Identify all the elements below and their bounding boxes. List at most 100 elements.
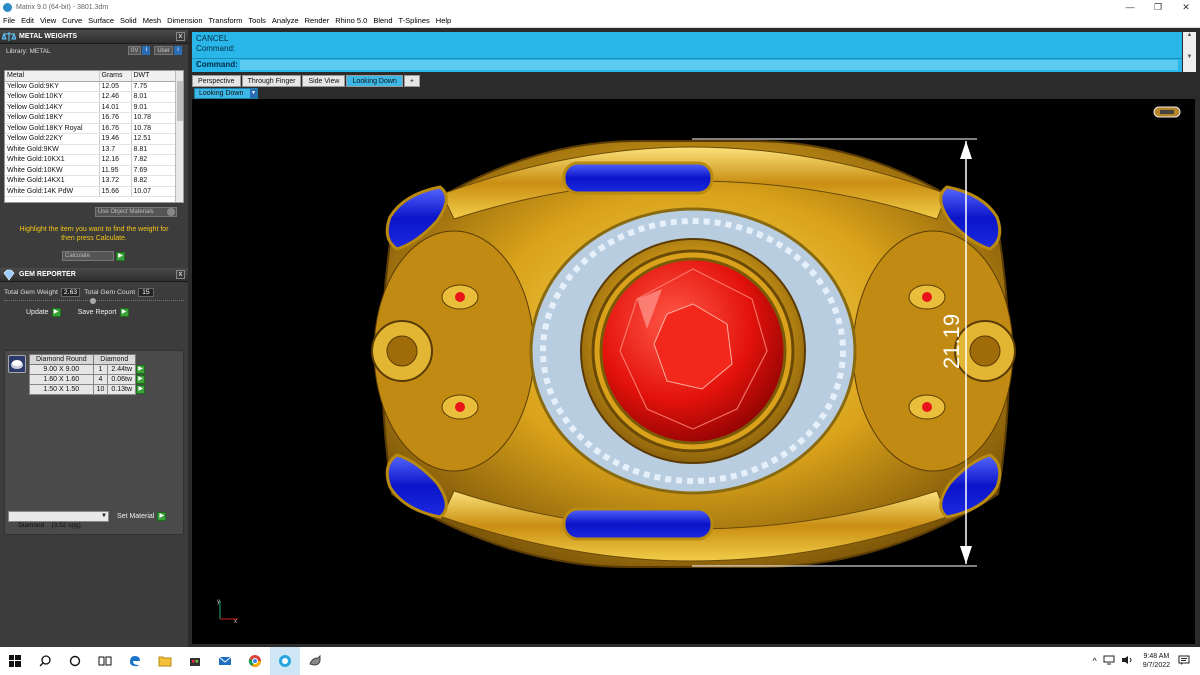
- table-row[interactable]: White Gold:14KX1 13.72 8.82: [5, 175, 177, 187]
- col-dwt[interactable]: DWT: [131, 71, 177, 82]
- table-row[interactable]: Yellow Gold:9KY 12.05 7.75: [5, 81, 177, 92]
- menu-blend[interactable]: Blend: [373, 16, 392, 25]
- table-row[interactable]: Yellow Gold:18KY 16.76 10.78: [5, 112, 177, 124]
- material-select[interactable]: Diamond (3.52 spg) ▼: [8, 511, 109, 529]
- save-report-button[interactable]: Save Report: [78, 309, 117, 316]
- table-row[interactable]: Yellow Gold:18KY Royal 16.76 10.78: [5, 123, 177, 134]
- add-tab-button[interactable]: +: [403, 75, 420, 87]
- chevron-down-icon[interactable]: ▼: [1183, 54, 1196, 60]
- col-metal[interactable]: Metal: [5, 71, 100, 82]
- gem-row[interactable]: 1.60 X 1.60 4 0.06tw ▶: [29, 374, 146, 385]
- slider-thumb[interactable]: [90, 298, 96, 304]
- menu-render[interactable]: Render: [305, 16, 330, 25]
- right-scrollbar[interactable]: [1195, 75, 1200, 645]
- metal-table-scrollbar[interactable]: [175, 71, 183, 202]
- calculate-hint: Highlight the item you want to find the …: [19, 226, 169, 242]
- rhino-icon[interactable]: [300, 647, 330, 675]
- table-row[interactable]: White Gold:9KW 13.7 8.81: [5, 144, 177, 155]
- play-icon[interactable]: ▶: [136, 365, 146, 374]
- tab-perspective[interactable]: Perspective: [192, 75, 241, 87]
- info-icon[interactable]: i: [142, 46, 151, 55]
- menu-surface[interactable]: Surface: [88, 16, 114, 25]
- maximize-button[interactable]: ❐: [1144, 0, 1172, 14]
- gem-reporter-header[interactable]: GEM REPORTER x: [0, 268, 188, 282]
- clock[interactable]: 9:48 AM 9/7/2022: [1143, 652, 1170, 670]
- table-row[interactable]: White Gold:10KW 11.95 7.69: [5, 165, 177, 176]
- windows-start-icon[interactable]: [0, 647, 30, 675]
- close-icon[interactable]: x: [176, 32, 185, 41]
- info-icon[interactable]: i: [174, 46, 183, 55]
- table-row[interactable]: Yellow Gold:10KY 12.46 8.01: [5, 91, 177, 103]
- metal-grams: 19.46: [99, 133, 132, 145]
- play-icon[interactable]: ▶: [136, 385, 146, 394]
- menu-tools[interactable]: Tools: [248, 16, 266, 25]
- tab-looking-down[interactable]: Looking Down: [346, 75, 403, 87]
- ov-button[interactable]: 0V: [128, 46, 142, 55]
- menu-help[interactable]: Help: [436, 16, 451, 25]
- file-explorer-icon[interactable]: [150, 647, 180, 675]
- gem-weight: 0.13tw: [107, 384, 137, 395]
- task-view-icon[interactable]: [90, 647, 120, 675]
- table-row[interactable]: Yellow Gold:22KY 19.46 12.51: [5, 133, 177, 145]
- menu-mesh[interactable]: Mesh: [143, 16, 161, 25]
- search-icon[interactable]: [30, 647, 60, 675]
- diamond-thumbnail[interactable]: [8, 355, 26, 373]
- viewport-looking-down[interactable]: y x 21.19: [192, 99, 1195, 644]
- gem-row[interactable]: 1.50 X 1.50 10 0.13tw ▶: [29, 384, 146, 395]
- metal-weights-header[interactable]: METAL WEIGHTS x: [0, 30, 188, 44]
- menu-analyze[interactable]: Analyze: [272, 16, 299, 25]
- user-button[interactable]: User: [154, 46, 174, 55]
- chrome-icon[interactable]: [240, 647, 270, 675]
- notification-icon[interactable]: [1178, 655, 1190, 668]
- scale-icon: [2, 31, 16, 41]
- menu-view[interactable]: View: [40, 16, 56, 25]
- play-icon[interactable]: ▶: [157, 512, 167, 521]
- table-row[interactable]: White Gold:10KX1 12.16 7.82: [5, 154, 177, 166]
- close-button[interactable]: ✕: [1172, 0, 1200, 14]
- view-gizmo[interactable]: [1153, 106, 1181, 118]
- menu-transform[interactable]: Transform: [209, 16, 243, 25]
- menu-solid[interactable]: Solid: [120, 16, 137, 25]
- tab-side-view[interactable]: Side View: [302, 75, 346, 87]
- menu-file[interactable]: File: [3, 16, 15, 25]
- edge-browser-icon[interactable]: [120, 647, 150, 675]
- update-button[interactable]: Update: [26, 309, 49, 316]
- gem-row[interactable]: 9.00 X 9.00 1 2.44tw ▶: [29, 364, 146, 375]
- view-dropdown-label: Looking Down: [199, 90, 244, 97]
- table-row[interactable]: White Gold:14K PdW 15.66 10.07: [5, 186, 177, 197]
- gem-slider[interactable]: [4, 298, 184, 304]
- menu-dimension[interactable]: Dimension: [167, 16, 202, 25]
- play-icon[interactable]: ▶: [136, 375, 146, 384]
- network-icon[interactable]: [1103, 655, 1115, 667]
- store-icon[interactable]: [180, 647, 210, 675]
- menu-curve[interactable]: Curve: [62, 16, 82, 25]
- command-scrollbar[interactable]: ▲ ▼: [1183, 32, 1196, 72]
- chevron-up-icon[interactable]: ^: [1093, 656, 1097, 666]
- tab-through-finger[interactable]: Through Finger: [241, 75, 302, 87]
- menu-tsplines[interactable]: T-Splines: [399, 16, 430, 25]
- matrix-app-icon[interactable]: [270, 647, 300, 675]
- chevron-down-icon: ▼: [250, 89, 257, 98]
- view-dropdown[interactable]: Looking Down ▼: [194, 88, 258, 99]
- minimize-button[interactable]: —: [1116, 0, 1144, 14]
- use-object-materials-field[interactable]: Use Object Materials: [95, 207, 177, 217]
- calculate-button[interactable]: Calculate: [62, 251, 114, 261]
- play-icon[interactable]: ▶: [51, 308, 61, 317]
- chevron-up-icon[interactable]: ▲: [1183, 32, 1196, 38]
- metal-dwt: 10.78: [131, 112, 177, 124]
- play-icon[interactable]: ▶: [119, 308, 129, 317]
- metal-name: White Gold:9KW: [5, 144, 100, 155]
- calculate-row: Calculate ▶: [62, 251, 125, 261]
- set-material-button[interactable]: Set Material: [117, 513, 154, 520]
- table-row[interactable]: Yellow Gold:14KY 14.01 9.01: [5, 102, 177, 113]
- menu-edit[interactable]: Edit: [21, 16, 34, 25]
- scroll-thumb[interactable]: [177, 81, 183, 121]
- col-grams[interactable]: Grams: [99, 71, 132, 82]
- command-input[interactable]: [240, 60, 1178, 70]
- menu-rhino[interactable]: Rhino 5.0: [335, 16, 367, 25]
- volume-icon[interactable]: [1121, 655, 1133, 667]
- mail-icon[interactable]: [210, 647, 240, 675]
- cortana-icon[interactable]: [60, 647, 90, 675]
- close-icon[interactable]: x: [176, 270, 185, 279]
- play-icon[interactable]: ▶: [116, 251, 125, 261]
